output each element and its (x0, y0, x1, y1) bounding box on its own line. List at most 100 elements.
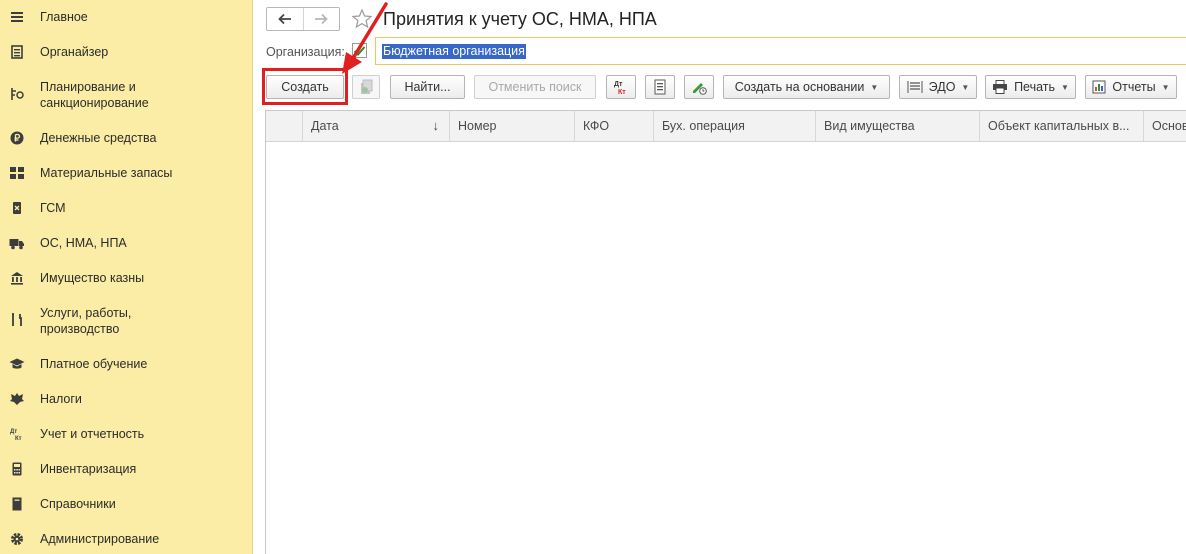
sidebar-item-accounting[interactable]: Дт Кт Учет и отчетность (0, 425, 253, 445)
sidebar-item-materials[interactable]: Материальные запасы (0, 164, 253, 184)
sidebar-item-planning[interactable]: Планирование и санкционирование (0, 78, 253, 114)
svg-text:Кт: Кт (15, 436, 22, 441)
sidebar-item-taxes[interactable]: Налоги (0, 390, 253, 410)
sidebar-item-money[interactable]: Денежные средства (0, 129, 253, 149)
history-nav (266, 7, 340, 31)
sidebar-item-label: Платное обучение (40, 357, 148, 371)
sidebar-item-label: Материальные запасы (40, 166, 173, 180)
find-button[interactable]: Найти... (390, 75, 465, 99)
column-kfo[interactable]: КФО (575, 111, 654, 141)
calculator-icon (9, 461, 25, 477)
sidebar-item-label: ГСМ (40, 201, 66, 215)
arrow-right-icon (315, 13, 329, 25)
edo-label: ЭДО (928, 80, 956, 94)
sidebar-item-label: Денежные средства (40, 131, 157, 145)
graduation-cap-icon (9, 356, 25, 372)
back-button[interactable] (267, 8, 303, 30)
book-icon (9, 496, 25, 512)
organizer-icon (9, 44, 25, 60)
sidebar-item-label: ОС, НМА, НПА (40, 236, 127, 250)
planning-icon (9, 86, 25, 102)
column-date[interactable]: Дата ↓ (303, 111, 450, 141)
tools-icon (9, 312, 25, 328)
pencil-clock-icon (693, 83, 707, 95)
reports-button[interactable]: Отчеты ▼ (1085, 75, 1177, 99)
chevron-down-icon: ▼ (870, 82, 879, 92)
journal-icon (654, 79, 666, 95)
chevron-down-icon: ▼ (1161, 82, 1170, 92)
svg-text:Дт: Дт (614, 81, 623, 88)
sidebar-item-label: Налоги (40, 392, 82, 406)
column-capital-investment-object[interactable]: Объект капитальных в... (980, 111, 1144, 141)
chevron-down-icon: ▼ (961, 82, 970, 92)
organization-label: Организация: (266, 45, 345, 59)
organization-input[interactable]: Бюджетная организация (375, 37, 1186, 65)
sidebar-item-label: Имущество казны (40, 271, 145, 285)
sidebar-item-fuel[interactable]: ГСМ (0, 199, 253, 219)
column-accounting-operation[interactable]: Бух. операция (654, 111, 816, 141)
sidebar-item-label: Справочники (40, 497, 116, 511)
forward-button[interactable] (302, 8, 340, 30)
edo-icon (907, 80, 923, 94)
sidebar-item-label: Администрирование (40, 532, 160, 546)
sort-down-icon: ↓ (432, 118, 440, 133)
sidebar-item-label: Учет и отчетность (40, 427, 145, 441)
bank-icon (9, 270, 25, 286)
svg-text:Дт: Дт (10, 429, 17, 435)
column-date-label: Дата (311, 119, 339, 133)
reports-label: Отчеты (1112, 80, 1156, 94)
organization-checkbox[interactable] (352, 43, 367, 58)
create-button-highlight (262, 68, 348, 105)
sidebar: Главное Органайзер Планирование и санкци… (0, 0, 253, 554)
checkmark-icon (353, 45, 366, 56)
dt-kt-button[interactable]: Дт Кт (606, 75, 636, 99)
main-content: Принятия к учету ОС, НМА, НПА Организаци… (254, 0, 1186, 554)
sidebar-item-label: Органайзер (40, 45, 109, 59)
page-title: Принятия к учету ОС, НМА, НПА (383, 9, 657, 29)
sidebar-item-label: Инвентаризация (40, 462, 137, 476)
dt-kt-icon: ДтКт (614, 81, 626, 95)
sidebar-item-inventory-check[interactable]: Инвентаризация (0, 460, 253, 480)
sidebar-item-main[interactable]: Главное (0, 8, 253, 28)
organization-value: Бюджетная организация (382, 44, 526, 59)
journal-button[interactable] (645, 75, 675, 99)
ruble-icon (9, 130, 25, 146)
copy-document-icon (361, 79, 373, 94)
sidebar-item-label: Планирование и санкционирование (40, 80, 149, 110)
arrow-left-icon (277, 13, 291, 25)
create-based-on-label: Создать на основании (734, 80, 865, 94)
copy-button[interactable] (352, 75, 380, 99)
column-basis[interactable]: Основ (1144, 111, 1186, 141)
sidebar-item-paid-education[interactable]: Платное обучение (0, 355, 253, 375)
sidebar-item-organizer[interactable]: Органайзер (0, 43, 253, 63)
sidebar-item-references[interactable]: Справочники (0, 495, 253, 515)
edo-button[interactable]: ЭДО ▼ (899, 75, 977, 99)
favorite-star-icon[interactable] (351, 8, 373, 30)
sidebar-item-administration[interactable]: Администрирование (0, 530, 253, 550)
cancel-search-button[interactable]: Отменить поиск (474, 75, 596, 99)
emblem-icon (9, 391, 25, 407)
fuel-icon (9, 200, 25, 216)
table-header: Дата ↓ Номер КФО Бух. операция Вид имуще… (266, 111, 1186, 142)
gear-icon (9, 531, 25, 547)
column-number[interactable]: Номер (450, 111, 575, 141)
column-property-type[interactable]: Вид имущества (816, 111, 980, 141)
print-label: Печать (1014, 80, 1056, 94)
inventory-icon (9, 165, 25, 181)
sidebar-item-services[interactable]: Услуги, работы, производство (0, 304, 253, 340)
sidebar-item-fixed-assets[interactable]: ОС, НМА, НПА (0, 234, 253, 254)
report-chart-icon (1092, 80, 1106, 94)
edit-schedule-button[interactable] (684, 75, 714, 99)
printer-icon (992, 80, 1008, 94)
print-button[interactable]: Печать ▼ (985, 75, 1076, 99)
svg-text:Кт: Кт (618, 89, 626, 95)
dt-kt-icon: ДтКт (9, 426, 25, 442)
menu-icon (9, 9, 25, 25)
truck-icon (9, 235, 25, 251)
sidebar-item-label: Услуги, работы, производство (40, 306, 132, 336)
create-based-on-button[interactable]: Создать на основании ▼ (723, 75, 890, 99)
chevron-down-icon: ▼ (1061, 82, 1069, 92)
documents-table[interactable]: Дата ↓ Номер КФО Бух. операция Вид имуще… (265, 110, 1186, 554)
sidebar-item-treasury[interactable]: Имущество казны (0, 269, 253, 289)
column-icon-header (266, 111, 303, 141)
